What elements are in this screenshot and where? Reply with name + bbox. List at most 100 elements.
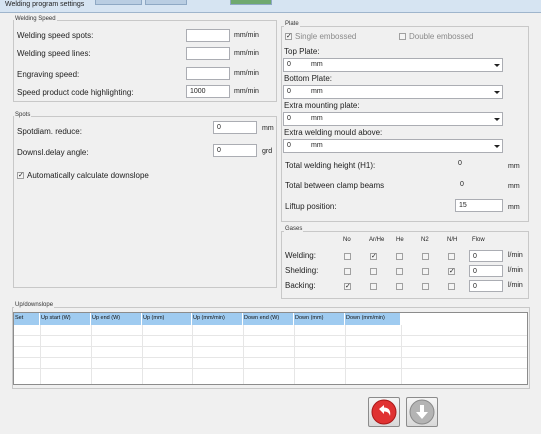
- combo-value: 0: [287, 142, 291, 149]
- engraving-speed-input[interactable]: [186, 67, 230, 80]
- double-embossed-checkbox[interactable]: [399, 33, 406, 40]
- gas-checkbox[interactable]: [422, 268, 429, 275]
- spots-group: [13, 116, 277, 288]
- down-arrow-icon: [409, 399, 435, 427]
- unit-label: mm: [508, 183, 520, 190]
- gas-checkbox[interactable]: [422, 283, 429, 290]
- unit-label: mm: [508, 204, 520, 211]
- welding-speed-lines-label: Welding speed lines:: [17, 49, 91, 58]
- liftup-position-input[interactable]: 15: [455, 199, 503, 212]
- downslope-delay-angle-label: Downsl.delay angle:: [17, 148, 89, 157]
- grid-column-line: [401, 325, 402, 384]
- window-title: Welding program settings: [5, 1, 85, 8]
- gas-column-header: Flow: [472, 237, 485, 243]
- background-tab-fragment: [230, 0, 272, 5]
- grid-column-header[interactable]: Up end (W): [91, 313, 142, 325]
- grid-column-line: [345, 325, 346, 384]
- grid-column-header[interactable]: Down end (W): [243, 313, 294, 325]
- welding-speed-spots-label: Welding speed spots:: [17, 31, 94, 40]
- background-tab-fragment: [95, 0, 142, 5]
- chevron-down-icon: [494, 64, 500, 67]
- combo-unit: mm: [311, 61, 323, 68]
- downslope-delay-angle-input[interactable]: 0: [213, 144, 257, 157]
- liftup-position-label: Liftup position:: [285, 202, 337, 211]
- gas-checkbox[interactable]: ✓: [448, 268, 455, 275]
- gas-checkbox[interactable]: [344, 268, 351, 275]
- background-tab-fragment: [145, 0, 187, 5]
- updownslope-group-label: Up/downslope: [14, 302, 55, 308]
- gas-checkbox[interactable]: [396, 283, 403, 290]
- gas-checkbox[interactable]: [370, 268, 377, 275]
- combo-value: 0: [287, 115, 291, 122]
- unit-label: mm/min: [234, 70, 259, 77]
- combo-value: 0: [287, 61, 291, 68]
- grid-column-line: [243, 325, 244, 384]
- grid-column-header[interactable]: Up (mm): [142, 313, 192, 325]
- gas-checkbox[interactable]: ✓: [370, 253, 377, 260]
- back-button[interactable]: [368, 397, 400, 427]
- unit-label: grd: [262, 148, 273, 155]
- extra-mounting-plate-combo[interactable]: 0 mm: [283, 112, 503, 126]
- gases-group-label: Gases: [284, 226, 304, 232]
- grid-column-header[interactable]: Up (mm/min): [192, 313, 243, 325]
- gas-flow-input[interactable]: 0: [469, 265, 503, 277]
- engraving-speed-label: Engraving speed:: [17, 70, 80, 79]
- grid-column-line: [192, 325, 193, 384]
- gas-column-header: N/H: [447, 237, 458, 243]
- unit-label: mm/min: [234, 50, 259, 57]
- down-button[interactable]: [406, 397, 438, 427]
- combo-unit: mm: [311, 142, 323, 149]
- gas-checkbox[interactable]: [448, 253, 455, 260]
- gas-checkbox[interactable]: [396, 268, 403, 275]
- top-plate-combo[interactable]: 0 mm: [283, 58, 503, 72]
- auto-downslope-checkbox[interactable]: ✓: [17, 172, 24, 179]
- auto-downslope-label: Automatically calculate downslope: [27, 171, 149, 180]
- gas-checkbox[interactable]: [344, 253, 351, 260]
- undo-arrow-icon: [371, 399, 397, 427]
- unit-label: mm/min: [234, 32, 259, 39]
- speed-product-code-input[interactable]: 1000: [186, 85, 230, 98]
- grid-column-line: [40, 325, 41, 384]
- spots-group-label: Spots: [14, 112, 32, 118]
- gas-flow-input[interactable]: 0: [469, 280, 503, 292]
- welding-speed-spots-input[interactable]: [186, 29, 230, 42]
- extra-welding-mould-label: Extra welding mould above:: [284, 128, 383, 137]
- total-welding-height-label: Total welding height (H1):: [285, 161, 376, 170]
- welding-speed-lines-input[interactable]: [186, 47, 230, 60]
- grid-column-header[interactable]: Up start (W): [40, 313, 91, 325]
- combo-unit: mm: [311, 115, 323, 122]
- top-plate-label: Top Plate:: [284, 47, 320, 56]
- grid-column-line: [142, 325, 143, 384]
- grid-column-header[interactable]: Down (mm): [294, 313, 345, 325]
- gas-row-label: Shelding:: [285, 266, 319, 275]
- combo-value: 0: [287, 88, 291, 95]
- gas-column-header: Ar/He: [369, 237, 385, 243]
- grid-column-header[interactable]: Down (mm/min): [345, 313, 401, 325]
- combo-unit: mm: [311, 88, 323, 95]
- grid-column-line: [294, 325, 295, 384]
- gas-checkbox[interactable]: [422, 253, 429, 260]
- gas-checkbox[interactable]: ✓: [344, 283, 351, 290]
- grid-column-header[interactable]: Set: [14, 313, 40, 325]
- unit-label: l/min: [508, 252, 523, 259]
- single-embossed-checkbox[interactable]: ✓: [285, 33, 292, 40]
- bottom-plate-label: Bottom Plate:: [284, 74, 333, 83]
- unit-label: mm/min: [234, 88, 259, 95]
- bottom-plate-combo[interactable]: 0 mm: [283, 85, 503, 99]
- gas-flow-input[interactable]: 0: [469, 250, 503, 262]
- gas-checkbox[interactable]: [448, 283, 455, 290]
- unit-label: l/min: [508, 267, 523, 274]
- double-embossed-label: Double embossed: [409, 32, 474, 41]
- clamp-beams-value: 0: [456, 178, 502, 191]
- gas-checkbox[interactable]: [370, 283, 377, 290]
- spotdiam-reduce-input[interactable]: 0: [213, 121, 257, 134]
- gas-column-header: He: [396, 237, 404, 243]
- updownslope-grid[interactable]: Set Up start (W) Up end (W) Up (mm) Up (…: [13, 312, 528, 385]
- welding-speed-group-label: Welding Speed: [14, 16, 57, 22]
- spotdiam-reduce-label: Spotdiam. reduce:: [17, 127, 82, 136]
- unit-label: l/min: [508, 282, 523, 289]
- gas-checkbox[interactable]: [396, 253, 403, 260]
- chevron-down-icon: [494, 145, 500, 148]
- extra-welding-mould-combo[interactable]: 0 mm: [283, 139, 503, 153]
- chevron-down-icon: [494, 118, 500, 121]
